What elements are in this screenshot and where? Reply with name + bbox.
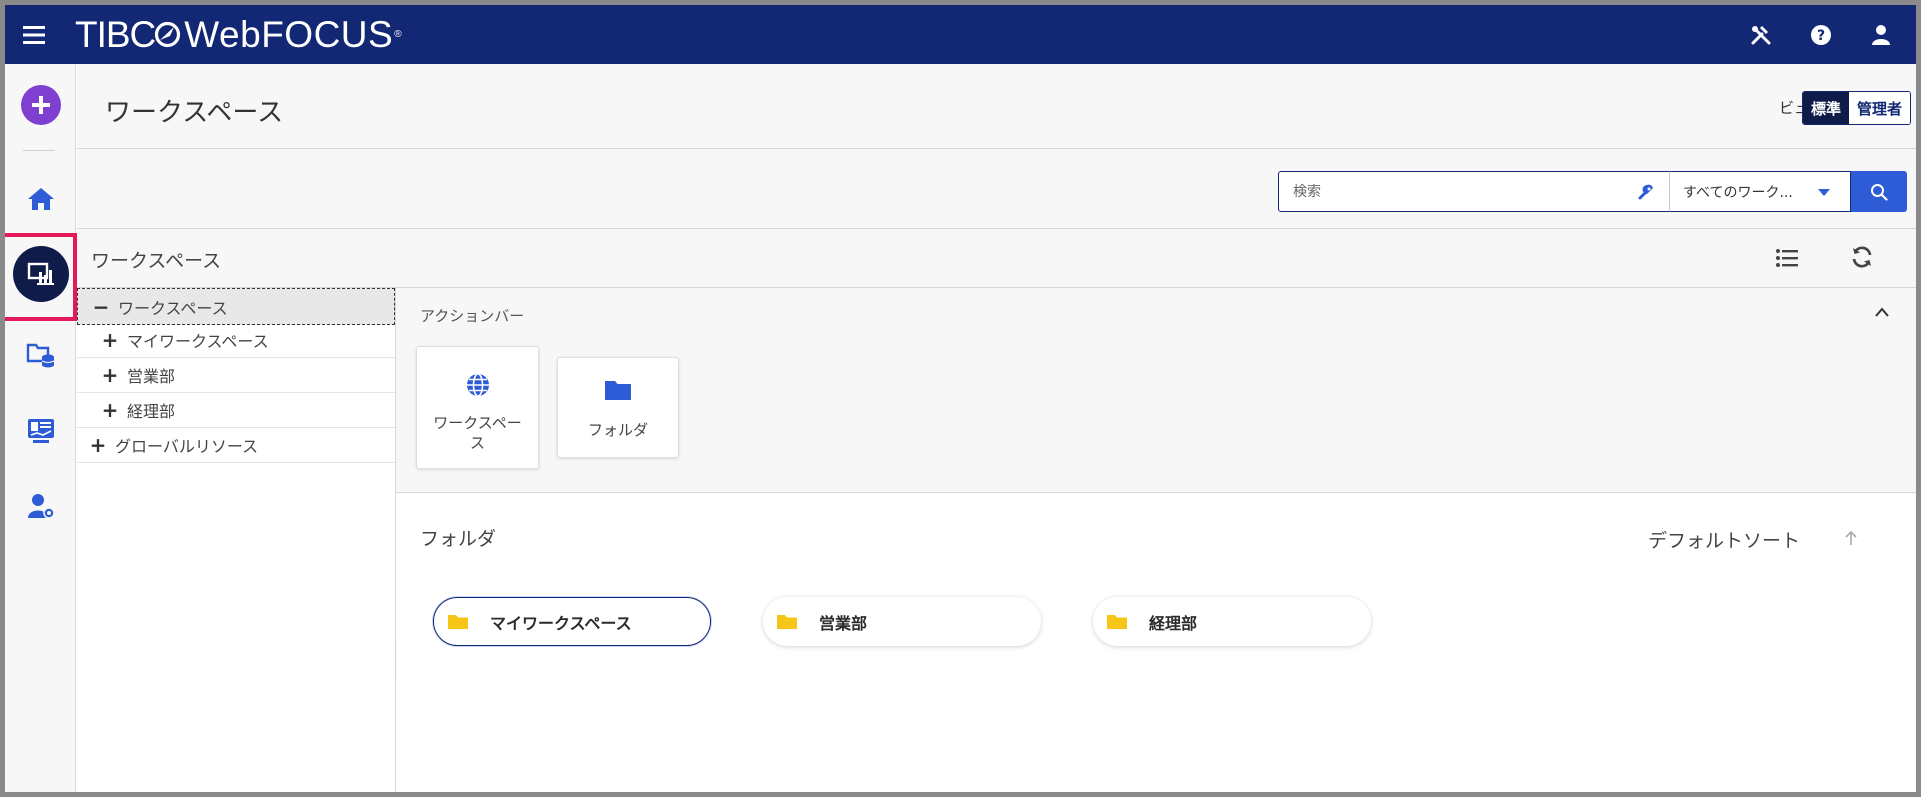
search-box	[1278, 171, 1670, 212]
left-rail	[5, 64, 77, 792]
workspaces-icon	[27, 262, 54, 285]
brand-reg: ®	[394, 29, 403, 40]
tree-item-toggle[interactable]: +	[101, 330, 119, 350]
tree-item-workspaces[interactable]: − ワークスペース	[77, 288, 395, 325]
search-icon	[1871, 183, 1888, 201]
folders-panel: フォルダ デフォルトソート マイワークスペース 営業部 経理部	[396, 493, 1916, 792]
tree-item-label: マイワークスペース	[127, 332, 269, 351]
tree-item-label: グローバルリソース	[115, 437, 259, 456]
tree-item-toggle[interactable]: +	[101, 400, 119, 420]
chevron-up-icon[interactable]	[1874, 306, 1890, 318]
globe-icon	[466, 373, 489, 397]
menu-icon	[23, 25, 45, 44]
help-button[interactable]: ?	[1808, 22, 1834, 48]
workspace-tree: − ワークスペース + マイワークスペース + 営業部 + 経理部 + グローバ…	[77, 288, 396, 792]
page-header: ワークスペース ビュー 標準 管理者	[77, 64, 1916, 149]
brand-tibco: TIBC	[75, 13, 156, 55]
folder-label: 経理部	[1149, 613, 1198, 633]
tree-item-my-workspace[interactable]: + マイワークスペース	[77, 323, 395, 358]
folder-icon	[1107, 614, 1127, 629]
user-settings-button[interactable]	[5, 492, 76, 520]
svg-text:?: ?	[1817, 28, 1825, 44]
refresh-icon[interactable]	[1850, 245, 1874, 269]
app-window: TIBC WebFOCUS ® ? ワークスペース ビュー 標準 管理者 検索 …	[0, 0, 1921, 797]
list-view-icon[interactable]	[1775, 247, 1799, 269]
folder-item-accounting[interactable]: 経理部	[1093, 597, 1371, 646]
page-title: ワークスペース	[105, 98, 284, 128]
tools-button[interactable]	[1748, 22, 1774, 48]
monitor-icon	[27, 419, 54, 443]
tile-label: フォルダ	[587, 421, 648, 439]
brand-logo: TIBC WebFOCUS ®	[75, 14, 402, 56]
search-button[interactable]	[1851, 171, 1907, 212]
view-toggle: 標準 管理者	[1801, 91, 1911, 125]
view-standard-button[interactable]: 標準	[1802, 92, 1849, 124]
folder-icon	[777, 614, 797, 629]
search-row: すべてのワーク...	[77, 149, 1916, 229]
create-icon	[31, 96, 50, 114]
sort-select[interactable]: デフォルトソート	[1648, 526, 1800, 553]
workspace-bar-title: ワークスペース	[91, 250, 222, 272]
new-folder-tile[interactable]: フォルダ	[557, 357, 679, 458]
workspaces-button[interactable]	[5, 246, 76, 302]
scope-value: すべてのワーク...	[1683, 184, 1793, 201]
user-icon	[1872, 24, 1890, 45]
tibco-logo-icon	[155, 21, 181, 48]
user-button[interactable]	[1868, 22, 1894, 48]
sort-ascending-icon[interactable]	[1844, 530, 1858, 546]
data-folder-icon	[26, 343, 54, 368]
tools-icon	[1751, 25, 1771, 44]
view-admin-button[interactable]: 管理者	[1848, 92, 1910, 124]
tree-item-global-resources[interactable]: + グローバルリソース	[77, 428, 395, 463]
folder-label: マイワークスペース	[490, 613, 632, 633]
tree-item-toggle[interactable]: +	[101, 365, 119, 385]
monitor-button[interactable]	[5, 417, 76, 445]
action-bar-title: アクションバー	[420, 307, 525, 325]
tree-item-label: ワークスペース	[118, 298, 228, 318]
help-icon: ?	[1811, 24, 1831, 45]
action-bar: アクションバー ワークスペース フォルダ	[396, 288, 1916, 493]
workspace-bar: ワークスペース	[77, 229, 1916, 288]
top-bar: TIBC WebFOCUS ® ?	[5, 5, 1916, 64]
rail-divider	[23, 150, 55, 151]
home-button[interactable]	[5, 186, 76, 212]
folder-item-sales[interactable]: 営業部	[763, 597, 1041, 646]
tree-item-toggle[interactable]: −	[92, 297, 110, 317]
user-settings-icon	[27, 494, 55, 519]
menu-button[interactable]	[5, 5, 63, 64]
search-input[interactable]	[1293, 172, 1633, 211]
folder-label: 営業部	[819, 613, 868, 633]
brand-product: WebFOCUS	[184, 13, 394, 55]
scope-select[interactable]: すべてのワーク...	[1669, 171, 1851, 212]
folder-icon	[448, 614, 468, 629]
folders-title: フォルダ	[420, 528, 497, 550]
folder-item-my-workspace[interactable]: マイワークスペース	[433, 597, 711, 646]
home-icon	[27, 188, 54, 210]
tree-item-toggle[interactable]: +	[89, 435, 107, 455]
tree-item-accounting[interactable]: + 経理部	[77, 393, 395, 428]
data-folder-button[interactable]	[5, 341, 76, 369]
new-workspace-tile[interactable]: ワークスペース	[416, 346, 539, 469]
create-button[interactable]	[5, 85, 76, 125]
tree-item-label: 営業部	[127, 367, 176, 386]
wrench-icon[interactable]	[1637, 183, 1655, 201]
tree-item-label: 経理部	[127, 402, 176, 421]
tree-item-sales[interactable]: + 営業部	[77, 358, 395, 393]
chevron-down-icon	[1818, 189, 1830, 196]
folder-icon	[605, 381, 631, 400]
tile-label: ワークスペース	[433, 414, 522, 452]
